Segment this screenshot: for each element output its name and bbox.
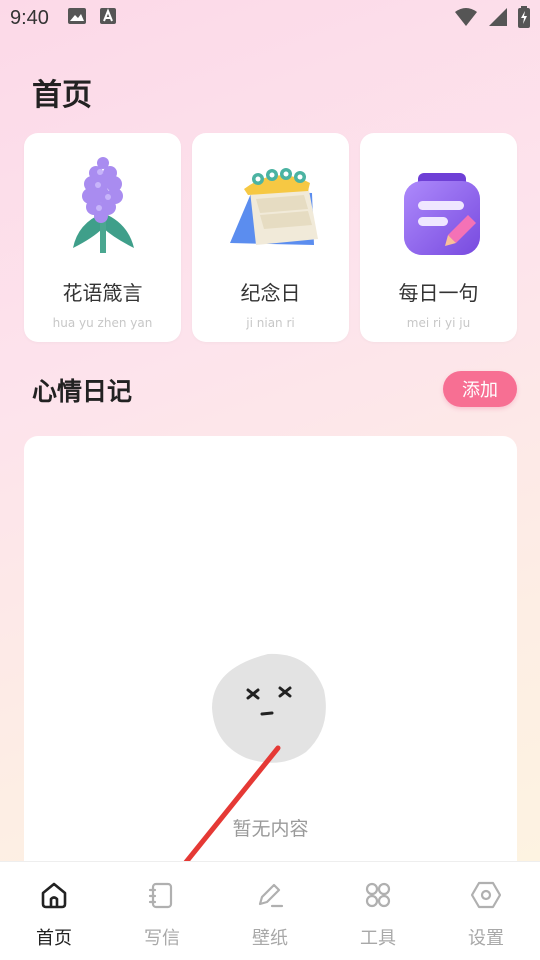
nav-item-letter[interactable]: 写信: [108, 862, 216, 960]
grid-icon: [365, 882, 391, 908]
home-icon: [41, 882, 67, 909]
card-title: 每日一句: [398, 281, 479, 305]
card-subtitle: mei ri yi ju: [406, 316, 471, 330]
card-title: 纪念日: [240, 281, 301, 305]
text-notification-icon: [99, 6, 117, 30]
card-subtitle: hua yu zhen yan: [52, 316, 153, 330]
card-daily-quote[interactable]: 每日一句 mei ri yi ju: [360, 133, 517, 342]
purple-notebook-icon: [384, 153, 494, 263]
signal-icon: [488, 7, 508, 32]
battery-icon: [518, 6, 530, 33]
status-bar: 9:40: [0, 0, 540, 36]
status-time: 9:40: [10, 6, 49, 29]
section-title-mood-diary: 心情日记: [32, 377, 133, 406]
card-title: 花语箴言: [62, 281, 143, 305]
hexagon-settings-icon: [471, 881, 501, 909]
nav-item-home[interactable]: 首页: [0, 862, 108, 960]
nav-item-settings[interactable]: 设置: [432, 862, 540, 960]
desk-calendar-icon: [216, 153, 326, 263]
letter-icon: [148, 882, 173, 909]
card-subtitle: ji nian ri: [246, 316, 295, 330]
page-title: 首页: [32, 78, 92, 113]
gallery-notification-icon: [67, 6, 87, 30]
nav-label: 写信: [144, 928, 180, 949]
nav-item-wallpaper[interactable]: 壁纸: [216, 862, 324, 960]
nav-label: 工具: [360, 928, 396, 949]
wifi-icon: [454, 7, 478, 32]
nav-label: 壁纸: [252, 928, 288, 949]
mood-diary-panel: 暂无内容: [24, 436, 517, 876]
empty-state-text: 暂无内容: [232, 818, 309, 840]
card-anniversary[interactable]: 纪念日 ji nian ri: [192, 133, 349, 342]
nav-item-tools[interactable]: 工具: [324, 862, 432, 960]
hyacinth-flower-icon: [48, 153, 158, 263]
nav-label: 首页: [36, 928, 72, 949]
feature-cards: 花语箴言 hua yu zhen yan 纪念日 ji nian ri 每日一句…: [24, 133, 517, 342]
add-button[interactable]: 添加: [443, 371, 517, 407]
bottom-navigation: 首页 写信 壁纸 工具 设置: [0, 861, 540, 960]
pen-icon: [258, 883, 284, 908]
empty-face-icon: [210, 650, 330, 768]
nav-label: 设置: [468, 928, 504, 949]
card-flower-quotes[interactable]: 花语箴言 hua yu zhen yan: [24, 133, 181, 342]
